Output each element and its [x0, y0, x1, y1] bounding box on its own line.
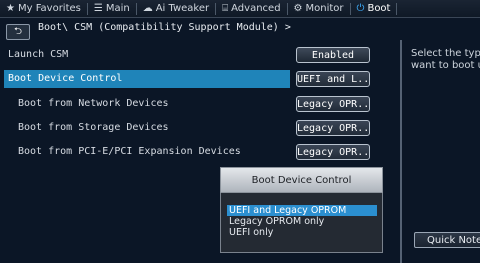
tab-label: Boot: [367, 3, 391, 14]
help-line: want to boot u: [411, 60, 480, 71]
option-uefi-and-legacy[interactable]: UEFI and Legacy OPROM: [227, 205, 377, 216]
setting-row-boot-from-pcie[interactable]: Boot from PCI-E/PCI Expansion Devices Le…: [0, 143, 395, 161]
help-text: Select the typ want to boot u: [411, 48, 480, 72]
tweaker-icon: ☁: [142, 3, 153, 14]
setting-label: Boot Device Control: [8, 73, 123, 84]
breadcrumb: Boot\ CSM (Compatibility Support Module)…: [38, 22, 291, 33]
setting-row-launch-csm[interactable]: Launch CSM Enabled: [0, 46, 395, 64]
list-icon: ☰: [93, 3, 103, 14]
launch-csm-value-button[interactable]: Enabled: [296, 47, 370, 63]
tab-label: Monitor: [305, 3, 344, 14]
tab-label: Advanced: [231, 3, 281, 14]
storage-boot-value-button[interactable]: Legacy OPR...: [296, 120, 370, 136]
tab-monitor[interactable]: ⚙ Monitor: [288, 0, 350, 17]
tab-main[interactable]: ☰ Main: [88, 0, 136, 17]
tab-ai-tweaker[interactable]: ☁ Ai Tweaker: [137, 0, 215, 17]
back-arrow-icon: ⮌: [13, 25, 22, 37]
power-icon: ⏻: [356, 3, 365, 14]
setting-row-boot-from-storage[interactable]: Boot from Storage Devices Legacy OPR...: [0, 119, 395, 137]
option-legacy-only[interactable]: Legacy OPROM only: [229, 216, 377, 227]
tab-label: Ai Tweaker: [155, 3, 210, 14]
back-button[interactable]: ⮌: [6, 24, 30, 40]
setting-label: Boot from Storage Devices: [18, 122, 169, 133]
option-uefi-only[interactable]: UEFI only: [229, 227, 377, 238]
setting-label: Boot from Network Devices: [18, 98, 169, 109]
setting-row-boot-device-control[interactable]: Boot Device Control UEFI and L...: [0, 70, 395, 88]
tab-label: My Favorites: [17, 3, 81, 14]
quick-note-button[interactable]: Quick Note: [414, 232, 480, 248]
boot-device-control-popup: Boot Device Control UEFI and Legacy OPRO…: [220, 167, 383, 253]
setting-label: Boot from PCI-E/PCI Expansion Devices: [18, 146, 241, 157]
panel-divider: [400, 40, 402, 263]
pcie-boot-value-button[interactable]: Legacy OPR...: [296, 144, 370, 160]
network-boot-value-button[interactable]: Legacy OPR...: [296, 96, 370, 112]
tab-my-favorites[interactable]: ★ My Favorites: [0, 0, 87, 17]
advanced-icon: ⌸: [222, 3, 229, 14]
setting-row-boot-from-network[interactable]: Boot from Network Devices Legacy OPR...: [0, 95, 395, 113]
star-icon: ★: [6, 3, 15, 14]
tab-boot[interactable]: ⏻ Boot: [351, 0, 397, 17]
boot-device-control-value-button[interactable]: UEFI and L...: [296, 71, 370, 87]
setting-label: Launch CSM: [8, 49, 69, 60]
popup-title: Boot Device Control: [220, 167, 383, 193]
popup-options-list: UEFI and Legacy OPROM Legacy OPROM only …: [220, 193, 383, 253]
nav-divider: [396, 2, 398, 15]
help-line: Select the typ: [411, 48, 480, 59]
tab-advanced[interactable]: ⌸ Advanced: [216, 0, 286, 17]
monitor-icon: ⚙: [293, 3, 303, 14]
top-navigation-bar: ★ My Favorites ☰ Main ☁ Ai Tweaker ⌸ Adv…: [0, 0, 480, 18]
tab-label: Main: [105, 3, 130, 14]
